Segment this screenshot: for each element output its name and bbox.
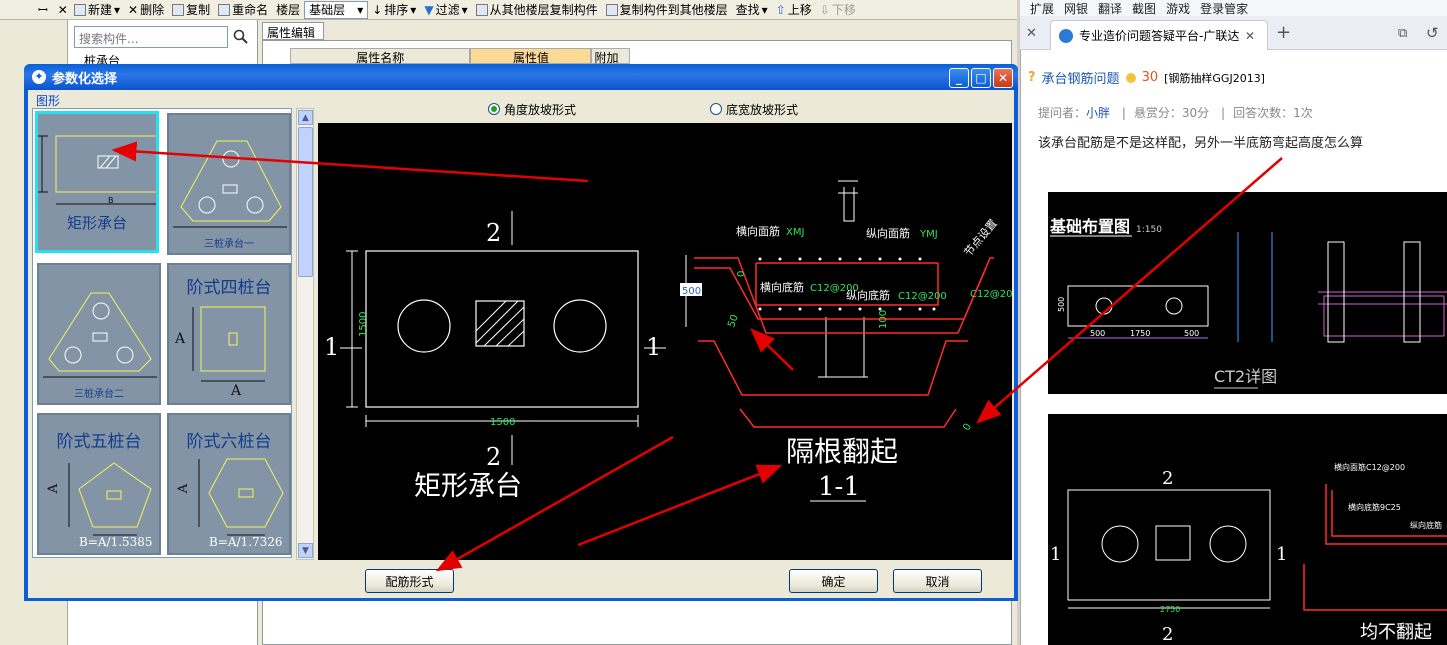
arrow-to-bottom-bar — [976, 157, 1283, 424]
arrow-to-slope — [750, 328, 794, 371]
arrow-to-rect-shape — [111, 141, 589, 183]
arrow-to-rebar-button — [435, 435, 674, 572]
annotation-overlay — [111, 141, 1283, 572]
arrow-to-section-title — [577, 464, 783, 547]
